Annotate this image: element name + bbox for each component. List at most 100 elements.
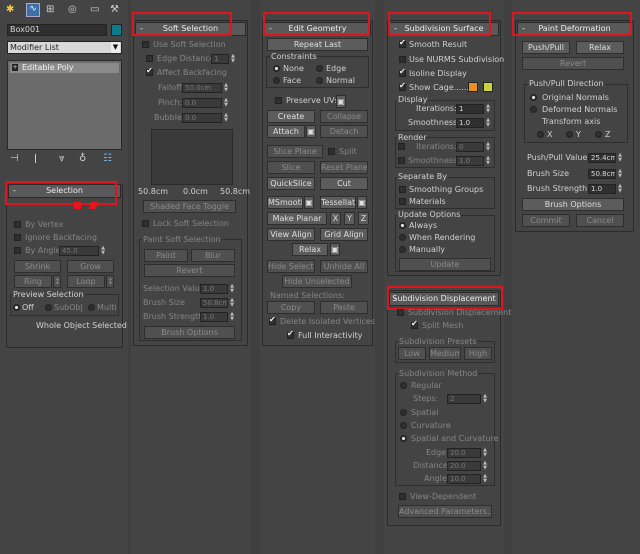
falloff-input[interactable]: 50.0cm (182, 83, 222, 93)
constraint-normal-radio[interactable] (316, 77, 323, 84)
preview-multi-radio[interactable] (88, 304, 95, 311)
modify-icon[interactable]: ∿ (26, 3, 40, 17)
revert-button[interactable]: Revert (522, 57, 624, 70)
commit-button[interactable]: Commit (522, 214, 570, 227)
ring-button[interactable]: Ring (14, 275, 52, 288)
delete-isolated-checkbox[interactable] (269, 315, 276, 325)
brush-strength-input[interactable]: 1.0 (588, 184, 616, 194)
preset-medium-button[interactable]: Medium (429, 347, 461, 360)
cage-color-1-swatch[interactable] (468, 82, 478, 92)
planar-y-button[interactable]: Y (344, 212, 355, 225)
copy-button[interactable]: Copy (267, 301, 315, 314)
create-button[interactable]: Create (267, 110, 315, 123)
spinner-arrows-icon[interactable]: ▲ ▼ (485, 118, 491, 128)
render-smoothness-checkbox[interactable] (398, 157, 405, 164)
brush-size-input[interactable]: 50.8cm (200, 298, 228, 308)
slice-plane-button[interactable]: Slice Plane (267, 145, 323, 158)
regular-radio[interactable] (400, 382, 407, 389)
vertex-icon[interactable] (74, 202, 81, 209)
relax-button[interactable]: Relax (576, 41, 624, 54)
brush-options-button[interactable]: Brush Options (144, 326, 235, 339)
full-interactivity-checkbox[interactable] (287, 329, 294, 339)
spinner-arrows-icon[interactable]: ▲ ▼ (482, 394, 488, 404)
axis-x-radio[interactable] (537, 131, 544, 138)
stack-item-editable-poly[interactable]: + Editable Poly (10, 63, 119, 73)
blur-button[interactable]: Blur (191, 249, 235, 262)
ring-spinner[interactable]: ↕ (53, 275, 61, 288)
attach-button[interactable]: Attach (267, 125, 305, 138)
split-checkbox[interactable] (328, 148, 335, 155)
by-angle-checkbox[interactable] (14, 247, 21, 254)
brush-size-input[interactable]: 50.8cm (588, 169, 616, 179)
deformed-normals-radio[interactable] (530, 106, 537, 113)
brush-options-button[interactable]: Brush Options (522, 198, 624, 211)
grow-button[interactable]: Grow (67, 260, 114, 273)
view-align-button[interactable]: View Align (267, 228, 315, 241)
remove-modifier-icon[interactable]: ♁ (79, 154, 86, 164)
pinch-input[interactable]: 0.0 (182, 98, 222, 108)
shrink-button[interactable]: Shrink (14, 260, 61, 273)
create-icon[interactable]: ✱ (6, 5, 14, 15)
constraint-none-radio[interactable] (273, 65, 280, 72)
when-rendering-radio[interactable] (399, 234, 406, 241)
pin-stack-icon[interactable]: ⊣ (10, 154, 19, 164)
make-unique-icon[interactable]: ⩔ (59, 154, 65, 164)
configure-modifier-sets-icon[interactable]: ☷ (103, 154, 112, 164)
axis-y-radio[interactable] (566, 131, 573, 138)
paste-button[interactable]: Paste (320, 301, 368, 314)
spinner-arrows-icon[interactable]: ▲ ▼ (482, 461, 488, 471)
spinner-arrows-icon[interactable]: ▲ ▼ (230, 54, 236, 64)
cage-color-2-swatch[interactable] (483, 82, 493, 92)
soft-selection-header[interactable]: - Soft Selection (135, 22, 246, 36)
cancel-button[interactable]: Cancel (576, 214, 624, 227)
detach-button[interactable]: Detach (320, 125, 368, 138)
loop-button[interactable]: Loop (67, 275, 105, 288)
expand-icon[interactable]: + (12, 64, 18, 71)
constraint-edge-radio[interactable] (316, 65, 323, 72)
by-angle-input[interactable]: 45.0 (59, 246, 99, 256)
msmooth-button[interactable]: MSmooth (267, 196, 303, 209)
spinner-arrows-icon[interactable]: ▲ ▼ (223, 113, 229, 123)
original-normals-radio[interactable] (530, 94, 537, 101)
ignore-backfacing-checkbox[interactable] (14, 234, 21, 241)
preview-off-radio[interactable] (13, 304, 20, 311)
edge-distance-checkbox[interactable] (146, 55, 153, 62)
brush-strength-input[interactable]: 1.0 (200, 312, 228, 322)
push-pull-value-input[interactable]: 25.4cm (588, 153, 616, 163)
tessellate-settings-button[interactable]: ▣ (357, 196, 367, 209)
affect-backfacing-checkbox[interactable] (146, 66, 153, 76)
use-nurms-checkbox[interactable] (399, 56, 406, 63)
hide-selected-button[interactable]: Hide Selected (267, 260, 315, 273)
modifier-list-dropdown[interactable]: Modifier List ▼ (7, 41, 122, 54)
smoothness-input[interactable]: 1.0 (456, 118, 484, 128)
spinner-arrows-icon[interactable]: ▲ ▼ (485, 104, 491, 114)
show-end-result-icon[interactable]: ǀ (34, 154, 37, 164)
spinner-arrows-icon[interactable]: ▲ ▼ (100, 246, 106, 256)
bubble-input[interactable]: 0.0 (182, 113, 222, 123)
object-name-field[interactable]: Box001 (7, 24, 107, 36)
motion-icon[interactable]: ◎ (68, 5, 77, 15)
constraint-face-radio[interactable] (273, 77, 280, 84)
render-iterations-input[interactable]: 0 (456, 142, 484, 152)
view-dependent-checkbox[interactable] (399, 493, 406, 500)
cut-button[interactable]: Cut (320, 177, 368, 190)
distance-input[interactable]: 20.0 (447, 461, 481, 471)
spinner-arrows-icon[interactable]: ▲ ▼ (485, 156, 491, 166)
split-mesh-checkbox[interactable] (411, 319, 418, 329)
spatial-and-curvature-radio[interactable] (400, 435, 407, 442)
display-icon[interactable]: ▭ (90, 5, 99, 15)
lock-soft-selection-checkbox[interactable] (142, 220, 149, 227)
push-pull-button[interactable]: Push/Pull (522, 41, 570, 54)
edit-geometry-header[interactable]: - Edit Geometry (264, 22, 371, 36)
subdivision-displacement-header[interactable]: - Subdivision Displacement (389, 292, 499, 306)
spatial-radio[interactable] (400, 409, 407, 416)
by-vertex-checkbox[interactable] (14, 221, 21, 228)
make-planar-button[interactable]: Make Planar (267, 212, 327, 225)
hierarchy-icon[interactable]: ⊞ (46, 5, 54, 15)
selection-value-input[interactable]: 1.0 (200, 284, 228, 294)
iterations-input[interactable]: 1 (456, 104, 484, 114)
smooth-result-checkbox[interactable] (399, 38, 406, 48)
isoline-display-checkbox[interactable] (399, 67, 406, 77)
slice-button[interactable]: Slice (267, 161, 315, 174)
spinner-arrows-icon[interactable]: ▲ ▼ (223, 83, 229, 93)
